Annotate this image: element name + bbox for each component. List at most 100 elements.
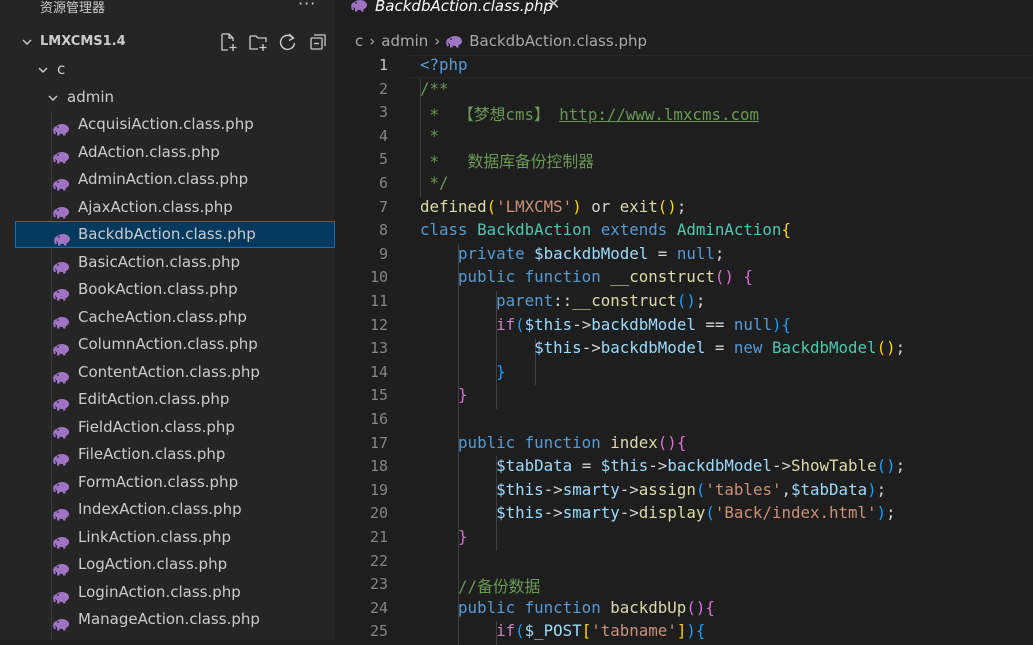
file-item[interactable]: IndexAction.class.php: [0, 496, 335, 523]
refresh-icon[interactable]: [278, 32, 298, 52]
code-editor[interactable]: 1 2 3 4 5 6 7 8 9 10 11 12 13 14 15 16 17 18 19 20 21 22 23 24 2…: [335, 55, 1033, 645]
code-token: ): [686, 621, 696, 641]
code-token: $this: [496, 479, 544, 499]
code-line: class BackdbAction extends AdminAction{: [420, 220, 791, 239]
code-line: /**: [420, 79, 449, 98]
code-token: ->: [543, 479, 563, 499]
code-line: }: [420, 527, 468, 546]
php-elephant-icon: [53, 201, 70, 218]
file-item[interactable]: LinkAction.class.php: [0, 524, 335, 551]
code-token: (): [657, 432, 677, 452]
code-line: }: [420, 362, 506, 381]
file-item[interactable]: LoginAction.class.php: [0, 579, 335, 606]
code-token: (): [676, 291, 696, 310]
code-token: public function: [458, 267, 611, 287]
folder-c-row[interactable]: c: [0, 56, 335, 83]
code-token: ;: [714, 243, 725, 263]
code-token: $tabData: [496, 456, 573, 476]
code-line: $this->backdbModel = new BackdbModel();: [420, 338, 905, 357]
chevron-down-icon: [36, 56, 50, 83]
tab-backdbaction[interactable]: BackdbAction.class.php ✕: [335, 0, 570, 18]
code-token: new: [733, 338, 772, 358]
breadcrumb-item[interactable]: c: [355, 30, 363, 52]
line-number: 4: [378, 126, 388, 145]
code-line: $this->smarty->assign('tables',$tabData)…: [420, 480, 886, 499]
php-elephant-icon: [53, 283, 70, 301]
new-file-icon[interactable]: [218, 32, 238, 52]
code-token: *: [420, 125, 440, 145]
line-number: 17: [369, 433, 388, 452]
code-token: or: [581, 196, 620, 216]
file-item[interactable]: ColumnAction.class.php: [0, 331, 335, 358]
file-label: AdminAction.class.php: [78, 170, 249, 188]
project-root-label: LMXCMS1.4: [40, 34, 126, 49]
file-item[interactable]: FieldAction.class.php: [0, 414, 335, 441]
breadcrumb-file[interactable]: BackdbAction.class.php: [446, 30, 647, 52]
folder-admin-row[interactable]: admin: [0, 84, 335, 111]
code-token: ): [867, 479, 877, 499]
code-token: backdbModel: [600, 338, 706, 358]
close-icon[interactable]: ✕: [547, 0, 560, 13]
chevron-down-icon: [46, 84, 60, 111]
file-item[interactable]: FormAction.class.php: [0, 469, 335, 496]
file-label: IndexAction.class.php: [78, 500, 242, 518]
code-token: (): [657, 196, 677, 216]
line-number: 21: [369, 528, 388, 546]
breadcrumb-item[interactable]: admin: [381, 30, 428, 52]
new-folder-icon[interactable]: [248, 32, 268, 52]
line-number: 3: [378, 103, 388, 122]
code-token: {: [705, 597, 715, 617]
file-item[interactable]: EditAction.class.php: [0, 386, 335, 413]
code-token: (): [686, 597, 706, 617]
php-elephant-icon: [53, 146, 70, 163]
file-item[interactable]: AdminAction.class.php: [0, 166, 335, 193]
current-line-highlight: [409, 55, 1033, 78]
code-line: * 【梦想cms】 http://www.lmxcms.com: [420, 102, 760, 125]
file-item[interactable]: LogAction.class.php: [0, 551, 335, 578]
code-token: ;: [695, 291, 706, 310]
line-number: 5: [378, 150, 388, 169]
more-actions-icon[interactable]: ···: [298, 0, 316, 13]
code-token: ->: [771, 456, 791, 476]
code-token: ;: [895, 338, 906, 358]
code-token: =: [705, 338, 734, 358]
file-item[interactable]: AcquisiAction.class.php: [0, 111, 335, 138]
php-elephant-icon: [53, 613, 70, 631]
code-token: {: [676, 432, 687, 452]
project-root-row[interactable]: LMXCMS1.4: [0, 28, 335, 55]
collapse-all-icon[interactable]: [308, 32, 328, 52]
code-token: class: [420, 220, 478, 240]
code-token: BackdbAction: [477, 220, 601, 240]
code-token: exit: [619, 196, 658, 216]
line-number: 1: [378, 56, 388, 74]
file-item[interactable]: AjaxAction.class.php: [0, 194, 335, 221]
file-label: LoginAction.class.php: [78, 582, 241, 601]
code-token: {: [781, 220, 791, 240]
code-token: $backdbModel: [534, 243, 649, 263]
file-item[interactable]: ContentAction.class.php: [0, 359, 335, 386]
file-item[interactable]: BookAction.class.php: [0, 276, 335, 303]
file-item[interactable]: CacheAction.class.php: [0, 304, 335, 331]
code-token: ;: [886, 503, 896, 523]
code-line: $this->smarty->display('Back/index.html'…: [420, 503, 896, 522]
file-label: AdAction.class.php: [78, 142, 220, 161]
line-number: 16: [369, 410, 388, 428]
file-item[interactable]: AdAction.class.php: [0, 139, 335, 166]
file-item[interactable]: BasicAction.class.php: [0, 249, 335, 276]
file-label: CacheAction.class.php: [78, 307, 247, 326]
file-label: FieldAction.class.php: [78, 417, 235, 436]
code-line: parent::__construct();: [420, 291, 705, 310]
file-item[interactable]: FileAction.class.php: [0, 441, 335, 468]
code-token: __construct: [610, 267, 715, 287]
code-token: ==: [695, 314, 734, 334]
code-token: ->: [581, 338, 601, 358]
code-token: __construct: [572, 291, 677, 310]
php-elephant-icon: [53, 586, 70, 603]
file-item[interactable]: ManageAction.class.php: [0, 606, 335, 633]
file-item[interactable]: BackdbAction.class.php: [15, 221, 335, 248]
code-token: =: [572, 456, 601, 476]
code-token: AdminAction: [676, 220, 782, 240]
